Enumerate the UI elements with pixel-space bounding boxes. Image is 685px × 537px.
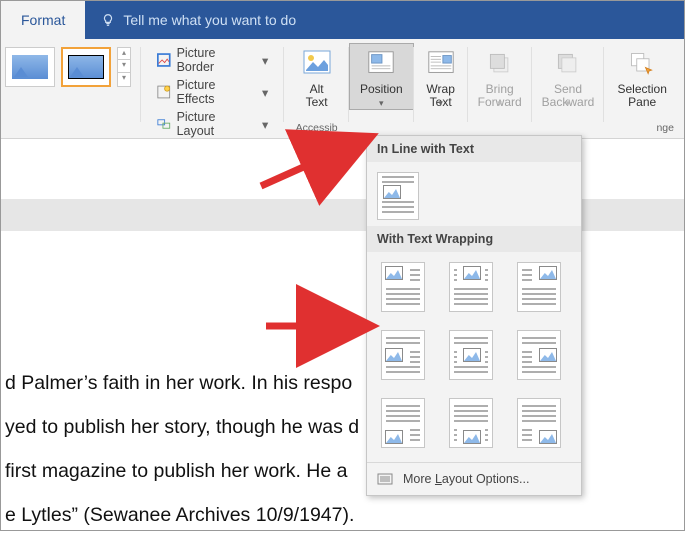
picture-effects-button[interactable]: Picture Effects▾ bbox=[151, 77, 274, 107]
wrap-text-button[interactable]: Wrap Text ▾ bbox=[414, 43, 468, 109]
position-top-right[interactable] bbox=[517, 262, 561, 312]
bring-forward-icon bbox=[486, 50, 514, 78]
send-backward-button: Send Backward ▾ bbox=[532, 43, 605, 109]
picture-border-button[interactable]: Picture Border▾ bbox=[151, 45, 274, 75]
group-picture-styles: ▴ ▾ ▾ bbox=[1, 43, 141, 138]
position-bottom-left[interactable] bbox=[381, 398, 425, 448]
group-picture-format: Picture Border▾ Picture Effects▾ Picture… bbox=[141, 43, 284, 138]
chevron-down-icon: ▾ bbox=[379, 98, 384, 109]
lightbulb-icon bbox=[101, 13, 115, 27]
bring-forward-button: Bring Forward ▾ bbox=[468, 43, 532, 109]
position-middle-left[interactable] bbox=[381, 330, 425, 380]
layout-options-icon bbox=[377, 471, 393, 487]
dropdown-heading-inline: In Line with Text bbox=[367, 136, 581, 162]
dropdown-heading-wrap: With Text Wrapping bbox=[367, 226, 581, 252]
group-bring-forward: Bring Forward ▾ bbox=[468, 43, 532, 138]
tell-me-search[interactable]: Tell me what you want to do bbox=[85, 1, 296, 39]
more-layout-options[interactable]: More Layout Options... bbox=[367, 462, 581, 495]
alt-text-button[interactable]: Alt Text bbox=[290, 43, 344, 109]
chevron-down-icon: ▾ bbox=[497, 98, 502, 109]
picture-style-2[interactable] bbox=[61, 47, 111, 87]
alt-text-icon bbox=[301, 48, 333, 80]
group-selection-pane: Selection Pane nge bbox=[604, 43, 684, 138]
picture-style-1[interactable] bbox=[5, 47, 55, 87]
position-top-left[interactable] bbox=[381, 262, 425, 312]
chevron-down-icon: ▾ bbox=[566, 98, 571, 109]
position-dropdown: In Line with Text With Text Wrapping bbox=[366, 135, 582, 496]
position-button[interactable]: Position ▾ bbox=[349, 43, 414, 110]
picture-layout-button[interactable]: Picture Layout▾ bbox=[151, 109, 274, 139]
send-backward-icon bbox=[554, 50, 582, 78]
tell-me-placeholder: Tell me what you want to do bbox=[123, 12, 296, 28]
position-bottom-right[interactable] bbox=[517, 398, 561, 448]
ribbon-tabstrip: Format Tell me what you want to do bbox=[1, 1, 684, 39]
group-wrap-text: Wrap Text ▾ bbox=[414, 43, 468, 138]
position-middle-center[interactable] bbox=[449, 330, 493, 380]
wrap-text-icon bbox=[426, 49, 456, 79]
position-inline[interactable] bbox=[377, 172, 419, 220]
gallery-scroll-down[interactable]: ▾ bbox=[117, 60, 131, 73]
gallery-more[interactable]: ▾ bbox=[117, 73, 131, 87]
position-bottom-center[interactable] bbox=[449, 398, 493, 448]
selection-pane-icon bbox=[628, 50, 656, 78]
chevron-down-icon: ▾ bbox=[438, 98, 443, 109]
gallery-scroll-up[interactable]: ▴ bbox=[117, 47, 131, 60]
position-icon bbox=[366, 49, 396, 79]
doc-line: e Lytles” (Sewanee Archives 10/9/1947). bbox=[1, 493, 684, 537]
group-arrange-start: Position ▾ bbox=[349, 43, 414, 138]
ribbon: ▴ ▾ ▾ Picture Border▾ Picture Effects▾ P… bbox=[1, 39, 684, 139]
picture-layout-icon bbox=[157, 117, 171, 131]
group-accessibility: Alt Text Accessib bbox=[284, 43, 349, 138]
group-send-backward: Send Backward ▾ bbox=[532, 43, 605, 138]
selection-pane-button[interactable]: Selection Pane bbox=[608, 43, 677, 109]
tab-format[interactable]: Format bbox=[1, 1, 85, 39]
position-middle-right[interactable] bbox=[517, 330, 561, 380]
position-top-center[interactable] bbox=[449, 262, 493, 312]
picture-effects-icon bbox=[157, 85, 171, 99]
picture-border-icon bbox=[157, 53, 171, 67]
